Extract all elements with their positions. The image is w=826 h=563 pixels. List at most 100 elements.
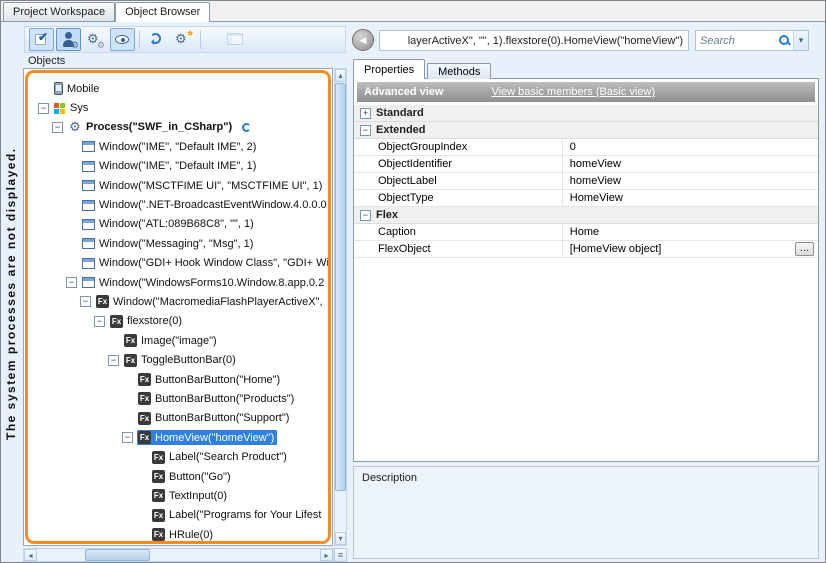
tree-item[interactable]: Window("IME", "Default IME", 1) [31,157,331,176]
tree-item-label: Mobile [67,83,99,95]
tree-item[interactable]: Label("Programs for Your Lifest [31,506,331,525]
properties-panel: Advanced view View basic members (Basic … [353,78,819,462]
tree-item[interactable]: TextInput(0) [31,486,331,505]
property-row[interactable]: ObjectLabelhomeView [354,173,818,190]
tree-item[interactable]: −Sys [31,98,331,117]
tree-item[interactable]: HRule(0) [31,525,331,544]
tree-item[interactable]: ButtonBarButton("Support") [31,409,331,428]
tree-expander-icon[interactable]: − [66,277,77,288]
tree-item[interactable]: Image("image") [31,331,331,350]
vertical-scroll-thumb[interactable] [335,83,346,491]
tree-item-content: HomeView("homeView") [137,430,277,445]
tree-item[interactable]: −flexstore(0) [31,312,331,331]
scroll-right-button[interactable] [320,549,333,561]
process-options-button[interactable]: ⚙* [171,28,196,51]
tree-item[interactable]: Window("Messaging", "Msg", 1) [31,234,331,253]
tree-expander-icon[interactable]: − [80,296,91,307]
property-row[interactable]: ObjectGroupIndex0 [354,139,818,156]
user-processes-button[interactable]: ⚙ [56,28,81,51]
tree-item-content: Window(".NET-BroadcastEventWindow.4.0.0.… [81,198,330,212]
tree-item-label: Process("SWF_in_CSharp") [86,121,232,133]
property-name: ObjectLabel [354,173,563,189]
window-icon [82,277,95,288]
tree-item-content: ToggleButtonBar(0) [123,353,239,368]
window-icon [82,219,95,230]
tree-item-content: Button("Go") [151,469,234,484]
back-button[interactable] [352,29,374,51]
tree-vertical-scrollbar[interactable] [334,68,347,546]
tree-item[interactable]: Window("GDI+ Hook Window Class", "GDI+ W… [31,254,331,273]
property-row[interactable]: ObjectIdentifierhomeView [354,156,818,173]
horizontal-scroll-track[interactable] [37,549,320,561]
fx-icon [110,315,123,328]
scroll-left-button[interactable] [24,549,37,561]
tree-item[interactable]: ButtonBarButton("Products") [31,389,331,408]
edit-objects-button[interactable]: ✔ [29,28,54,51]
tree-expander-icon[interactable]: − [108,355,119,366]
system-processes-note: The system processes are not displayed. [4,88,20,440]
fx-icon [138,392,151,405]
property-row[interactable]: ObjectTypeHomeView [354,190,818,207]
group-expander-icon[interactable]: − [360,125,371,136]
gears-icon: ⚙⚙ [87,31,104,48]
property-row[interactable]: FlexObject[HomeView object]… [354,241,818,258]
tree-item[interactable]: − HomeView("homeView") [31,428,331,447]
property-group-header[interactable]: −Flex [354,207,818,224]
tab-project-workspace[interactable]: Project Workspace [3,2,115,21]
object-fullname-bar[interactable]: layerActiveX", "", 1).flexstore(0).HomeV… [379,30,689,51]
tree-item[interactable]: Window(".NET-BroadcastEventWindow.4.0.0.… [31,195,331,214]
tree-item[interactable]: Window("IME", "Default IME", 2) [31,137,331,156]
tree-item[interactable]: Mobile [31,79,331,98]
group-expander-icon[interactable]: + [360,108,371,119]
object-fullname: layerActiveX", "", 1).flexstore(0).HomeV… [408,35,683,47]
tree-item-content: ButtonBarButton("Support") [137,411,292,426]
basic-view-link[interactable]: View basic members (Basic view) [491,86,655,98]
fx-icon [138,412,151,425]
tree-item-content: Image("image") [123,333,220,348]
search-input[interactable] [696,35,778,47]
tree-item[interactable]: −ToggleButtonBar(0) [31,350,331,369]
show-invisible-objects-button[interactable] [110,28,135,51]
tab-object-browser[interactable]: Object Browser [115,2,210,22]
property-value: homeView [563,175,818,187]
tree-item-content: Process("SWF_in_CSharp") [67,119,235,135]
ellipsis-button[interactable]: … [795,242,814,256]
tree-expander-icon[interactable]: − [94,316,105,327]
tree-item[interactable]: Window("ATL:089B68C8", "", 1) [31,215,331,234]
system-objects-button[interactable]: ⚙⚙ [83,28,108,51]
tab-methods[interactable]: Methods [427,63,491,79]
property-group-header[interactable]: −Extended [354,122,818,139]
tree-item[interactable]: Button("Go") [31,467,331,486]
change-panel-layout-button[interactable] [223,28,248,51]
tree-expander-icon[interactable]: − [122,432,133,443]
window-icon [82,200,95,211]
property-row[interactable]: CaptionHome [354,224,818,241]
tree-horizontal-scrollbar[interactable] [23,548,334,562]
refresh-tree-button[interactable] [144,28,169,51]
mobile-icon [54,82,63,95]
search-dropdown-button[interactable] [793,31,808,50]
tree-item[interactable]: − Process("SWF_in_CSharp") [31,118,331,137]
tree-item[interactable]: −Window("MacromediaFlashPlayerActiveX", [31,292,331,311]
tree-item-label: HRule(0) [169,529,213,541]
tree-item-label: Window("WindowsForms10.Window.8.app.0.2 [99,277,324,289]
property-group-name: Standard [376,107,424,119]
tree-item-label: ButtonBarButton("Support") [155,412,289,424]
group-expander-icon[interactable]: − [360,210,371,221]
horizontal-scroll-thumb[interactable] [85,549,150,561]
scrollbar-menu-button[interactable] [334,548,347,562]
tree-expander-icon[interactable]: − [38,103,49,114]
tree-item-label: HomeView("homeView") [155,432,274,444]
property-value: HomeView [563,192,818,204]
object-browser-toolbar: ✔⚙⚙⚙⚙* [24,26,346,53]
tab-properties[interactable]: Properties [353,59,425,79]
scroll-up-button[interactable] [335,69,346,82]
scroll-down-button[interactable] [335,532,346,545]
sys-icon [54,102,66,114]
property-group-header[interactable]: + Standard [354,105,818,122]
tree-item[interactable]: Label("Search Product") [31,447,331,466]
tree-item[interactable]: − Window("WindowsForms10.Window.8.app.0.2 [31,273,331,292]
tree-item[interactable]: ButtonBarButton("Home") [31,370,331,389]
tree-item[interactable]: Window("MSCTFIME UI", "MSCTFIME UI", 1) [31,176,331,195]
tree-expander-icon[interactable]: − [52,122,63,133]
